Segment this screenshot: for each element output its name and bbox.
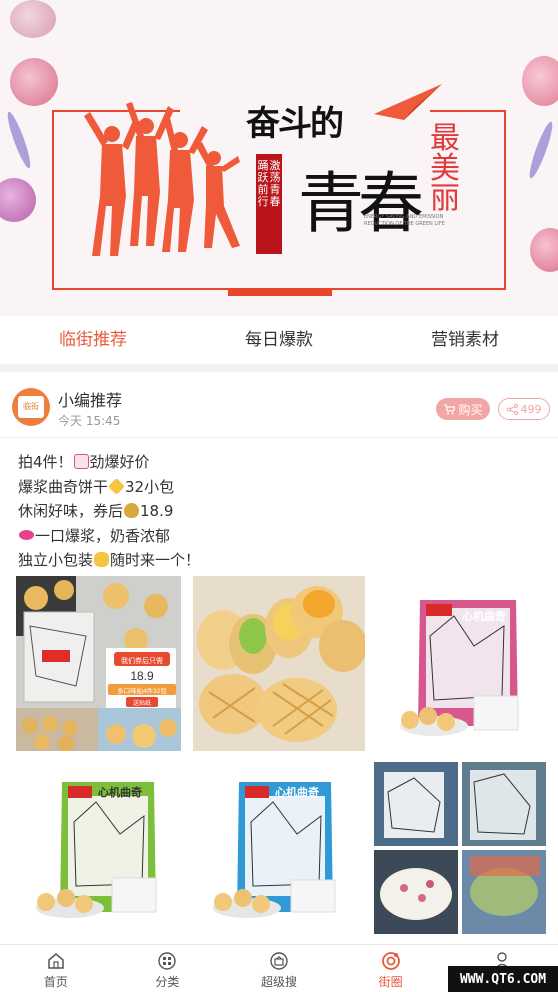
post-line: 一口爆浆，奶香浓郁: [18, 524, 200, 549]
svg-text:心机曲奇: 心机曲奇: [98, 785, 142, 799]
pink-package-image: 心机曲奇: [374, 576, 546, 751]
money-bag-emoji: [124, 503, 140, 518]
red-box-column-1: 激荡青春: [269, 159, 281, 208]
blue-package-image: 心机曲奇: [193, 762, 365, 934]
lavender-decoration: [4, 110, 34, 170]
post-line: 爆浆曲奇饼干 32小包: [18, 477, 175, 496]
jumping-people-illustration: [84, 102, 240, 256]
cookie-collage-image: 我们券后只需 18.9 多口味拍4件32包 送贴纸: [16, 576, 181, 751]
share-icon: [506, 403, 518, 415]
tab-recommend[interactable]: 临街推荐: [0, 316, 186, 364]
slogan-red-box: 激荡青春 踊跃前行: [256, 154, 282, 254]
post-line: 拍4件！ 劲爆好价: [18, 453, 150, 471]
rose-decoration: [530, 228, 558, 272]
slogan-red: 最美丽: [430, 121, 460, 216]
green-package-image: 心机曲奇: [16, 762, 181, 934]
paper-plane-icon: [374, 84, 442, 120]
post-time: 今天 15:45: [58, 414, 121, 428]
nav-circle[interactable]: 街圈: [335, 945, 447, 992]
price-label: 我们券后只需: [121, 656, 163, 665]
category-icon: [158, 952, 177, 970]
share-button[interactable]: 499: [498, 398, 550, 420]
rose-decoration: [10, 0, 56, 38]
hand-emoji: [94, 552, 110, 567]
banner-underline: [228, 288, 332, 296]
nav-circle-label: 街圈: [378, 975, 403, 989]
post-line: 休闲好味，券后 18.9: [18, 502, 174, 520]
nav-super-search[interactable]: 超级搜: [223, 945, 335, 992]
cart-icon: [444, 404, 456, 415]
post-photo-4[interactable]: 心机曲奇: [16, 762, 181, 934]
lips-emoji: [19, 529, 34, 540]
post-photo-2[interactable]: [193, 576, 365, 751]
sparkle-emoji: [108, 477, 126, 495]
banner-english-text: ENERGY SAVING AND EMISSION REDUCTION OF …: [364, 214, 445, 227]
tab-daily-hot[interactable]: 每日爆款: [186, 316, 372, 364]
rose-decoration: [522, 56, 558, 106]
post-photo-1[interactable]: 我们券后只需 18.9 多口味拍4件32包 送贴纸: [16, 576, 181, 751]
nav-category[interactable]: 分类: [112, 945, 224, 992]
post-line: 独立小包装 随时来一个！: [18, 551, 201, 569]
nav-super-search-label: 超级搜: [260, 975, 297, 989]
post-photo-6[interactable]: [374, 762, 546, 934]
cookie-closeup-image: [193, 576, 365, 751]
post-photo-3[interactable]: 心机曲奇: [374, 576, 546, 751]
svg-text:心机曲奇: 心机曲奇: [275, 785, 319, 799]
rose-decoration: [10, 58, 58, 106]
post-photo-5[interactable]: 心机曲奇: [193, 762, 365, 934]
buy-label: 购买: [458, 402, 483, 417]
share-count: 499: [520, 402, 542, 416]
nav-home[interactable]: 首页: [0, 945, 112, 992]
banner[interactable]: 奋斗的 青春 最美丽 激荡青春 踊跃前行 ENERGY SAVING AND E…: [0, 0, 558, 316]
promo-label: 多口味拍4件32包: [117, 686, 167, 695]
post-header: 临街 小编推荐 今天 15:45 购买 499: [0, 372, 558, 438]
shop-icon: 临街: [18, 396, 44, 418]
red-box-column-2: 踊跃前行: [257, 159, 269, 208]
product-name: 心机曲奇: [462, 609, 506, 623]
rose-decoration: [0, 178, 36, 222]
package-collage-image: [374, 762, 546, 934]
author-name: 小编推荐: [58, 391, 123, 410]
free-gift-label: 送贴纸: [133, 699, 151, 707]
slogan-line1: 奋斗的: [246, 104, 344, 144]
feed-post: 临街 小编推荐 今天 15:45 购买 499 拍4件！ 劲爆好价 爆浆曲奇饼干 3…: [0, 372, 558, 934]
lavender-decoration: [526, 120, 556, 180]
search-bag-icon: [270, 952, 288, 970]
site-watermark: WWW.QT6.COM: [448, 966, 558, 992]
avatar[interactable]: 临街: [12, 388, 50, 426]
fist-emoji: [73, 454, 89, 469]
buy-button[interactable]: 购买: [436, 398, 490, 420]
post-text: 拍4件！ 劲爆好价 爆浆曲奇饼干 32小包 休闲好味，券后 18.9 一口爆浆，奶香浓…: [18, 450, 200, 573]
circle-icon: [381, 952, 400, 970]
tab-bar: 临街推荐 每日爆款 营销素材: [0, 316, 558, 372]
price-value: 18.9: [130, 669, 154, 683]
nav-home-label: 首页: [43, 975, 68, 989]
nav-category-label: 分类: [155, 975, 180, 989]
home-icon: [48, 953, 64, 969]
slogan-big: 青春: [298, 165, 424, 242]
tab-marketing-material[interactable]: 营销素材: [372, 316, 558, 364]
